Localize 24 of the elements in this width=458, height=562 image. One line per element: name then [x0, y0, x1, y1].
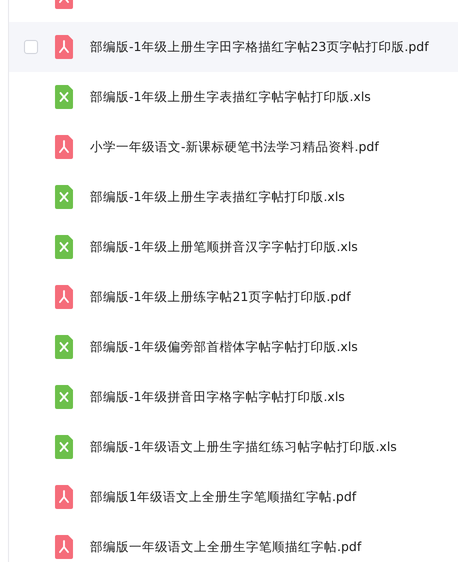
- spreadsheet-file-icon: [55, 335, 73, 359]
- file-name[interactable]: 部编版-1年级上册生字表描红字帖字帖打印版.xls: [90, 88, 371, 106]
- pdf-file-icon: [55, 485, 73, 509]
- pdf-file-icon: [55, 285, 73, 309]
- file-row[interactable]: 部编版-1年级上册生字田字格描红字帖23页字帖打印版.pdf: [9, 22, 458, 72]
- spreadsheet-file-icon: [55, 235, 73, 259]
- pdf-file-icon: [55, 535, 73, 559]
- file-name[interactable]: 部编版-1年级语文上册生字描红练习帖字帖打印版.xls: [90, 438, 397, 456]
- file-name[interactable]: 小学一年级语文-新课标硬笔书法学习精品资料.pdf: [90, 138, 379, 156]
- file-name[interactable]: 部编版-1年级上册练字帖21页字帖打印版.pdf: [90, 288, 351, 306]
- file-name[interactable]: 部编版-1年级上册生字田字格描红字帖23页字帖打印版.pdf: [90, 38, 429, 56]
- file-name[interactable]: 部编版1年级语文上全册生字笔顺描红字帖.pdf: [90, 488, 356, 506]
- spreadsheet-file-icon: [55, 185, 73, 209]
- pdf-file-icon: [55, 135, 73, 159]
- file-name[interactable]: 部编版-1年级偏旁部首楷体字帖字帖打印版.xls: [90, 338, 358, 356]
- file-name[interactable]: 部编版一年级语文上全册生字笔顺描红字帖.pdf: [90, 538, 362, 556]
- spreadsheet-file-icon: [55, 85, 73, 109]
- spreadsheet-file-icon: [55, 385, 73, 409]
- file-name[interactable]: 部编版-1年级上册笔顺拼音汉字字帖打印版.xls: [90, 238, 358, 256]
- file-name[interactable]: 部编版-1年级拼音田字格字帖字帖打印版.xls: [90, 388, 345, 406]
- pdf-file-icon: [55, 35, 73, 59]
- file-name[interactable]: 部编版-1年级上册生字表描红字帖打印版.xls: [90, 188, 345, 206]
- checkbox[interactable]: [24, 40, 38, 54]
- spreadsheet-file-icon: [55, 435, 73, 459]
